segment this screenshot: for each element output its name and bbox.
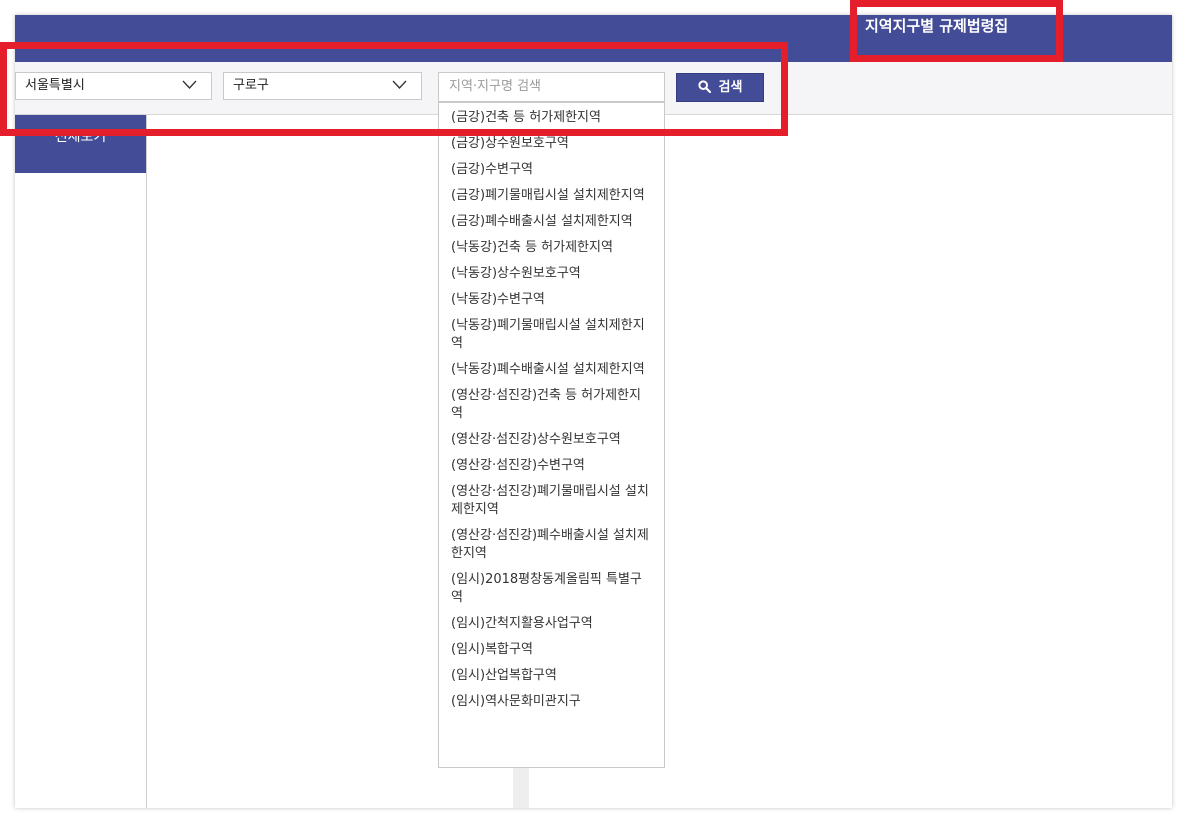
dropdown-option[interactable]: (금강)폐기물매립시설 설치제한지역 (439, 183, 664, 209)
dropdown-option[interactable]: (임시)역사문화미관지구 (439, 689, 664, 715)
app-frame: 지역지구별 규제법령집 서울특별시 구로구 지역·지구명 검색 검색 전체보기 (15, 15, 1172, 808)
search-input-placeholder: 지역·지구명 검색 (449, 79, 541, 94)
district-select[interactable]: 구로구 (223, 72, 422, 100)
dropdown-option[interactable]: (낙동강)상수원보호구역 (439, 261, 664, 287)
dropdown-option[interactable]: (영산강·섬진강)폐기물매립시설 설치제한지역 (439, 479, 664, 523)
dropdown-option[interactable]: (낙동강)폐기물매립시설 설치제한지역 (439, 313, 664, 357)
chevron-down-icon (392, 80, 407, 89)
dropdown-option[interactable]: (낙동강)건축 등 허가제한지역 (439, 235, 664, 261)
dropdown-option[interactable]: (임시)2018평창동계올림픽 특별구역 (439, 567, 664, 611)
scroll-strip (513, 767, 529, 808)
page-title-link[interactable]: 지역지구별 규제법령집 (865, 15, 1008, 41)
sidebar: 전체보기 (15, 115, 147, 808)
search-button[interactable]: 검색 (676, 73, 764, 102)
dropdown-option[interactable]: (낙동강)수변구역 (439, 287, 664, 313)
dropdown-option[interactable]: (영산강·섬진강)수변구역 (439, 453, 664, 479)
dropdown-option[interactable]: (영산강·섬진강)건축 등 허가제한지역 (439, 383, 664, 427)
region-select[interactable]: 서울특별시 (15, 72, 212, 100)
dropdown-option[interactable]: (낙동강)폐수배출시설 설치제한지역 (439, 357, 664, 383)
dropdown-option[interactable]: (임시)복합구역 (439, 637, 664, 663)
dropdown-option[interactable]: (금강)건축 등 허가제한지역 (439, 105, 664, 131)
dropdown-option[interactable]: (임시)산업복합구역 (439, 663, 664, 689)
dropdown-option[interactable]: (금강)폐수배출시설 설치제한지역 (439, 209, 664, 235)
dropdown-option[interactable]: (금강)상수원보호구역 (439, 131, 664, 157)
search-input[interactable]: 지역·지구명 검색 (438, 72, 665, 102)
top-navigation-bar: 지역지구별 규제법령집 (15, 15, 1172, 62)
region-select-value: 서울특별시 (25, 78, 85, 93)
dropdown-option[interactable]: (영산강·섬진강)폐수배출시설 설치제한지역 (439, 523, 664, 567)
chevron-down-icon (182, 80, 197, 89)
sidebar-item-all[interactable]: 전체보기 (15, 115, 146, 173)
dropdown-option[interactable]: (영산강·섬진강)상수원보호구역 (439, 427, 664, 453)
search-button-label: 검색 (718, 80, 743, 95)
dropdown-option[interactable]: (임시)간척지활용사업구역 (439, 611, 664, 637)
district-select-value: 구로구 (233, 78, 269, 93)
autocomplete-dropdown: (금강)건축 등 허가제한지역 (금강)상수원보호구역 (금강)수변구역 (금강)폐기… (438, 102, 665, 768)
sidebar-item-label: 전체보기 (54, 129, 107, 145)
search-icon (697, 80, 711, 94)
dropdown-option[interactable]: (금강)수변구역 (439, 157, 664, 183)
